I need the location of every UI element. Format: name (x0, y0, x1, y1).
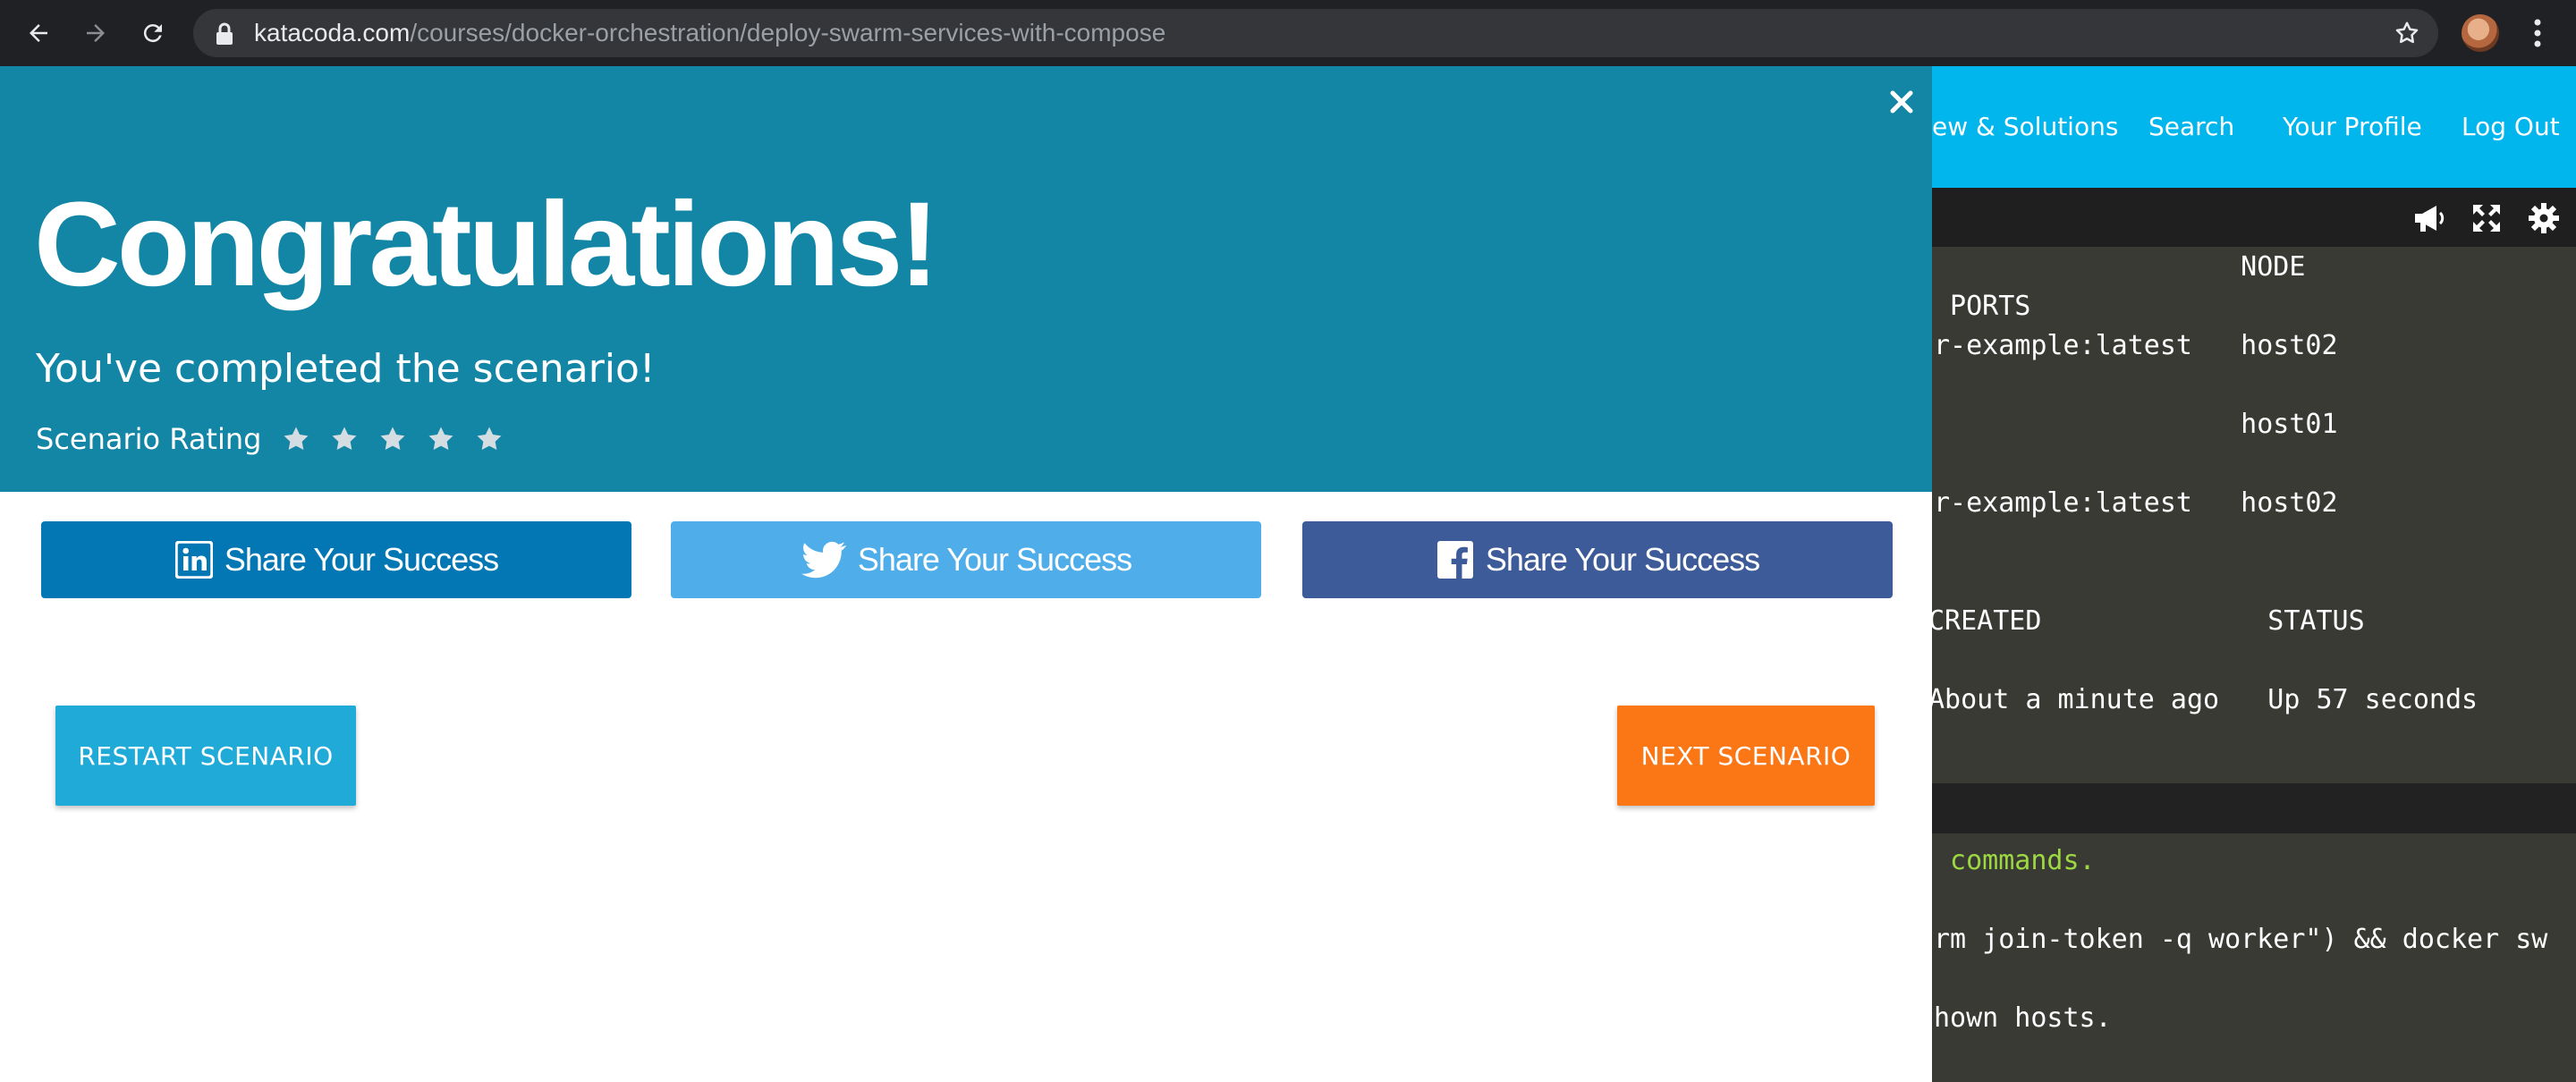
terminal-line: NODE (1934, 251, 2306, 283)
share-twitter-button[interactable]: Share Your Success (671, 521, 1261, 598)
next-scenario-button[interactable]: NEXT SCENARIO (1617, 706, 1875, 806)
terminal-output-lower[interactable]: commands. rm join-token -q worker") && d… (1932, 833, 2576, 1082)
terminal-line: commands. (1934, 845, 2096, 876)
nav-link-your-profile[interactable]: Your Profile (2283, 66, 2422, 188)
terminal-output-upper[interactable]: NODE PORTS r-example:latest host02 host0… (1932, 247, 2576, 783)
twitter-icon (801, 540, 847, 579)
modal-header: Congratulations! You've completed the sc… (0, 66, 1932, 492)
modal-title: Congratulations! (34, 178, 939, 311)
url-host: katacoda.com (254, 19, 411, 46)
rating-star-icon[interactable] (377, 417, 426, 461)
terminal-line: About a minute ago Up 57 seconds (1932, 684, 2479, 715)
terminal-line: hown hosts. (1934, 1002, 2112, 1034)
address-bar[interactable]: katacoda.com/courses/docker-orchestratio… (193, 9, 2438, 57)
share-linkedin-button[interactable]: Share Your Success (41, 521, 631, 598)
gear-icon[interactable] (2528, 202, 2563, 234)
rating-star-icon[interactable] (281, 417, 329, 461)
rating-star-icon[interactable] (474, 417, 522, 461)
reload-icon[interactable] (132, 13, 174, 54)
close-icon[interactable] (1884, 84, 1919, 120)
url-path: /courses/docker-orchestration/deploy-swa… (410, 19, 1166, 46)
expand-icon[interactable] (2470, 202, 2506, 234)
share-facebook-button[interactable]: Share Your Success (1302, 521, 1893, 598)
avatar[interactable] (2462, 14, 2499, 52)
browser-toolbar: katacoda.com/courses/docker-orchestratio… (0, 0, 2576, 66)
restart-scenario-button[interactable]: RESTART SCENARIO (55, 706, 356, 806)
scenario-rating: Scenario Rating (36, 417, 522, 461)
site-navbar: ew & Solutions Search Your Profile Log O… (1932, 66, 2576, 188)
rating-label: Scenario Rating (36, 422, 262, 456)
terminal-divider (1932, 783, 2576, 833)
kebab-menu-icon[interactable] (2524, 14, 2551, 52)
terminal-line: r-example:latest host02 (1934, 330, 2338, 361)
terminal-line: rm join-token -q worker") && docker sw (1934, 924, 2548, 955)
bookmark-star-icon[interactable] (2394, 20, 2420, 51)
lock-icon (215, 22, 234, 50)
back-arrow-icon[interactable] (18, 13, 59, 54)
nav-link-review-solutions[interactable]: ew & Solutions (1932, 66, 2118, 188)
nav-link-log-out[interactable]: Log Out (2462, 66, 2560, 188)
megaphone-icon[interactable] (2411, 202, 2447, 234)
share-facebook-label: Share Your Success (1485, 541, 1760, 578)
terminal-line: host01 (1934, 409, 2338, 440)
terminal-line: PORTS (1934, 291, 2031, 322)
modal-subtitle: You've completed the scenario! (36, 346, 656, 392)
rating-star-icon[interactable] (329, 417, 377, 461)
facebook-icon (1436, 540, 1475, 579)
nav-link-search[interactable]: Search (2148, 66, 2234, 188)
url-text: katacoda.com/courses/docker-orchestratio… (254, 9, 1165, 57)
linkedin-icon (174, 540, 214, 579)
rating-star-icon[interactable] (426, 417, 474, 461)
share-linkedin-label: Share Your Success (224, 541, 499, 578)
terminal-toolbar (1932, 188, 2576, 247)
forward-arrow-icon[interactable] (75, 13, 116, 54)
terminal-line: r-example:latest host02 (1934, 487, 2338, 519)
terminal-line: CREATED STATUS (1932, 605, 2365, 637)
share-twitter-label: Share Your Success (857, 541, 1132, 578)
completion-modal: Congratulations! You've completed the sc… (0, 66, 1932, 1082)
